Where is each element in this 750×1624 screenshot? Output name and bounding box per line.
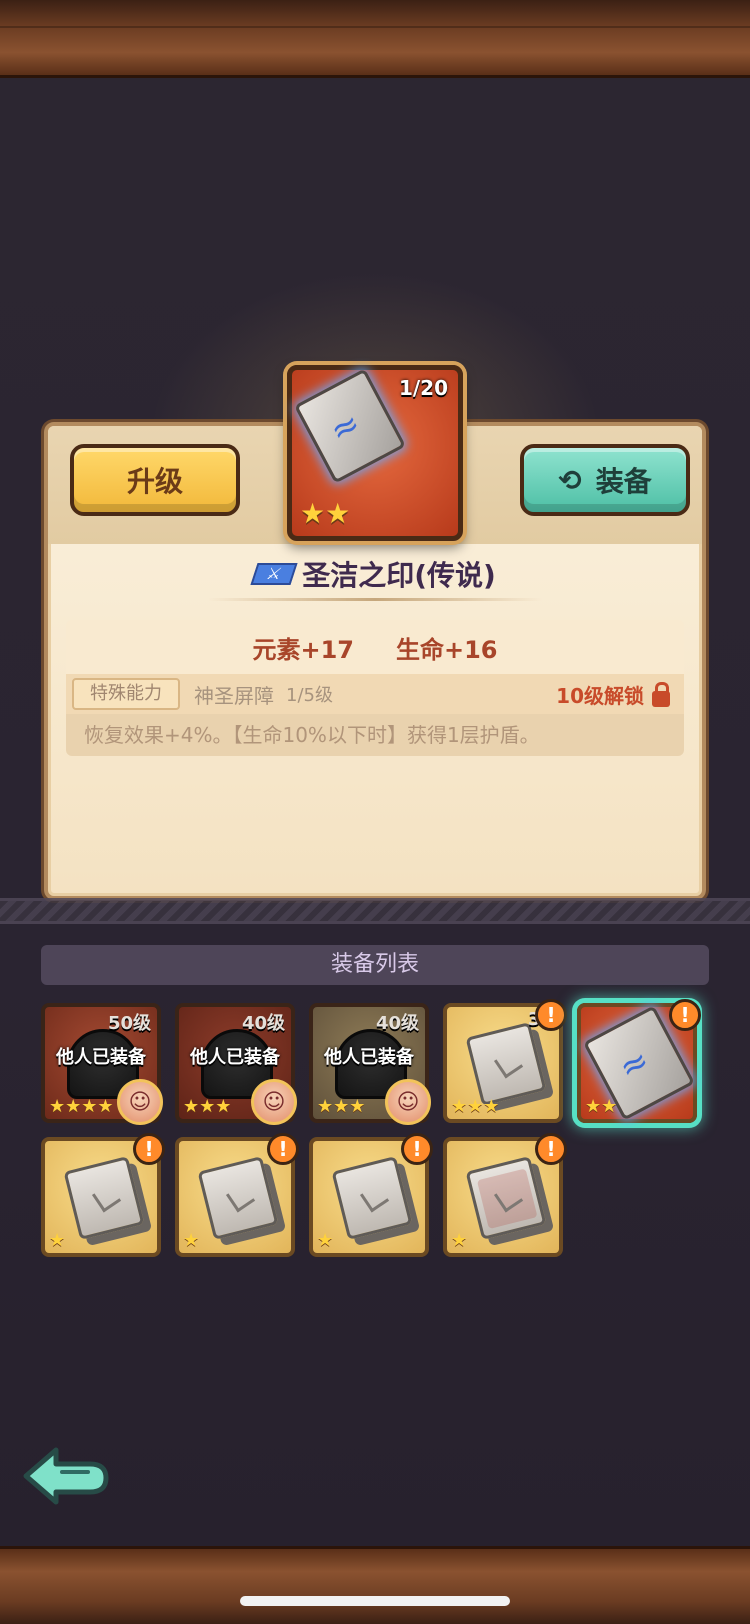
sword-icon: ⚔ xyxy=(250,563,298,585)
unlock-indicator: 10级解锁 xyxy=(556,680,670,709)
equip-button[interactable]: ⟲ 装备 xyxy=(520,444,690,516)
alert-icon: ! xyxy=(535,1133,567,1165)
slot-status: 他人已装备 xyxy=(56,1047,146,1068)
equipment-slot[interactable]: 40级 他人已装备 ★★★ ☺ xyxy=(309,1003,431,1125)
back-arrow-icon xyxy=(23,1447,109,1505)
equipment-slot[interactable]: 1 ★ ! xyxy=(41,1133,165,1257)
tablet-art xyxy=(465,1156,547,1240)
featured-item-card[interactable]: 1/20 ★★ xyxy=(287,365,463,541)
ability-name: 神圣屏障 xyxy=(194,683,274,708)
item-count: 1/20 xyxy=(398,376,448,400)
ability-tag: 特殊能力 xyxy=(72,678,180,710)
stats-box: 元素+17 生命+16 特殊能力 神圣屏障 1/5级 10级解锁 恢复效果+4%… xyxy=(66,620,684,756)
equipment-slot[interactable]: 1 ★ ! xyxy=(443,1133,567,1257)
owner-avatar: ☺ xyxy=(385,1079,431,1125)
alert-icon: ! xyxy=(535,999,567,1031)
unlock-text: 10级解锁 xyxy=(556,684,644,708)
equipment-slot[interactable]: 50级 他人已装备 ★★★★ ☺ xyxy=(41,1003,163,1125)
decorative-rail xyxy=(0,898,750,924)
slot-stars: ★★★ xyxy=(183,1096,232,1117)
item-stars: ★★ xyxy=(300,497,351,530)
equipment-slot-selected[interactable]: 1 ★★ ! xyxy=(577,999,701,1123)
slot-stars: ★ xyxy=(183,1230,200,1251)
slot-stars: ★★★ xyxy=(451,1096,500,1117)
equipment-slot[interactable]: 1 ★ ! xyxy=(175,1133,299,1257)
owner-avatar: ☺ xyxy=(251,1079,297,1125)
slot-status: 他人已装备 xyxy=(190,1047,280,1068)
alert-icon: ! xyxy=(401,1133,433,1165)
item-title: ⚔ 圣洁之印(传说) xyxy=(48,554,702,594)
slot-stars: ★ xyxy=(49,1230,66,1251)
home-indicator xyxy=(240,1596,510,1606)
upgrade-button-label: 升级 xyxy=(126,465,183,498)
ability-description: 恢复效果+4%。【生命10%以下时】获得1层护盾。 xyxy=(66,714,684,756)
slot-level: 40级 xyxy=(241,1013,285,1034)
title-divider xyxy=(208,598,542,601)
slot-level: 40级 xyxy=(375,1013,419,1034)
tablet-art xyxy=(197,1156,279,1240)
equipment-slot[interactable]: 1 ★ ! xyxy=(309,1133,433,1257)
bottom-wood-frame xyxy=(0,1546,750,1624)
slot-stars: ★★★ xyxy=(317,1096,366,1117)
slot-stars: ★ xyxy=(451,1230,468,1251)
slot-stars: ★ xyxy=(317,1230,334,1251)
seal-art xyxy=(294,368,406,484)
owner-avatar: ☺ xyxy=(117,1079,163,1125)
slot-stars: ★★ xyxy=(585,1096,618,1117)
equip-button-label: 装备 xyxy=(595,465,652,498)
tablet-art xyxy=(465,1022,547,1106)
tablet-art xyxy=(63,1156,145,1240)
slot-status: 他人已装备 xyxy=(324,1047,414,1068)
ability-row: 特殊能力 神圣屏障 1/5级 10级解锁 xyxy=(66,674,684,714)
lock-icon xyxy=(652,681,670,707)
upgrade-button[interactable]: 升级 xyxy=(70,444,240,516)
slot-level: 50级 xyxy=(107,1013,151,1034)
stat-element: 元素+17 xyxy=(252,636,354,664)
alert-icon: ! xyxy=(133,1133,165,1165)
alert-icon: ! xyxy=(267,1133,299,1165)
item-title-text: 圣洁之印(传说) xyxy=(302,559,496,592)
top-wood-frame xyxy=(0,0,750,78)
ability-level: 1/5级 xyxy=(286,685,333,706)
equipment-slot[interactable]: 40级 他人已装备 ★★★ ☺ xyxy=(175,1003,297,1125)
back-button[interactable] xyxy=(18,1436,112,1516)
slot-stars: ★★★★ xyxy=(49,1096,114,1117)
stats-line: 元素+17 生命+16 xyxy=(66,630,684,670)
alert-icon: ! xyxy=(669,999,701,1031)
equipment-slot[interactable]: 30 ★★★ ! xyxy=(443,999,567,1123)
equipment-list-header: 装备列表 xyxy=(41,945,709,985)
tablet-art xyxy=(331,1156,413,1240)
swap-icon: ⟲ xyxy=(558,463,582,497)
stat-health: 生命+16 xyxy=(396,636,498,664)
